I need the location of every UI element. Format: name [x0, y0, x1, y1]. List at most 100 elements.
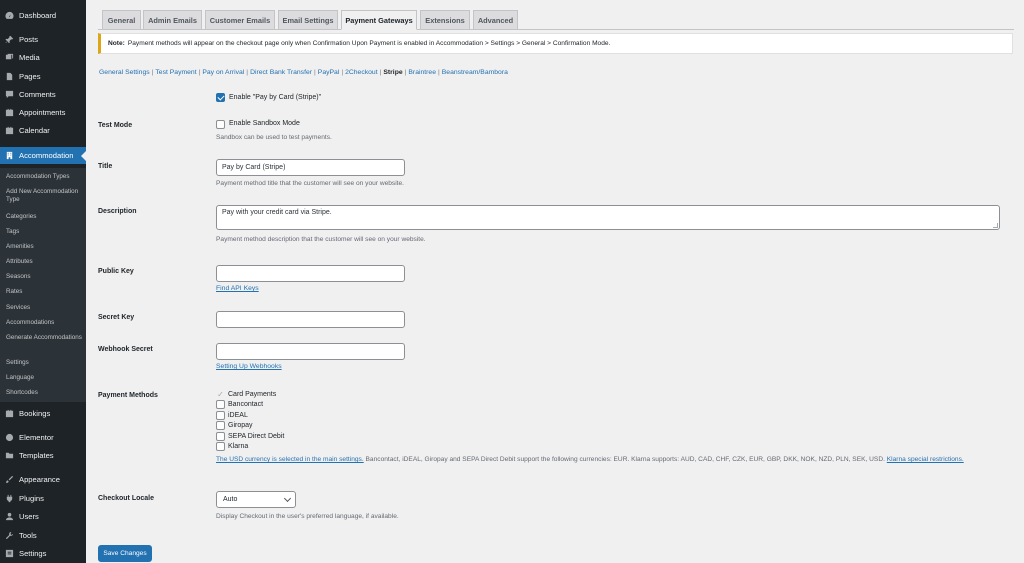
submenu-amenities[interactable]: Amenities — [6, 243, 84, 251]
sidebar-item-dashboard[interactable]: Dashboard — [0, 7, 86, 24]
users-icon — [4, 512, 14, 522]
setting-up-webhooks-link[interactable]: Setting Up Webhooks — [216, 363, 282, 370]
settings-icon — [4, 549, 14, 559]
sepa-checkbox[interactable] — [216, 431, 225, 441]
section-direct-bank-transfer[interactable]: Direct Bank Transfer — [250, 69, 312, 76]
sandbox-mode-checkbox[interactable] — [216, 120, 225, 129]
submenu-seasons[interactable]: Seasons — [6, 273, 84, 281]
tab-advanced[interactable]: Advanced — [473, 10, 518, 30]
secret-key-input[interactable] — [216, 311, 405, 328]
test-mode-description: Sandbox can be used to test payments. — [216, 134, 332, 141]
brush-icon — [4, 475, 14, 485]
accommodation-submenu: Accommodation Types Add New Accommodatio… — [0, 168, 86, 402]
webhook-secret-label: Webhook Secret — [98, 346, 153, 353]
save-changes-button[interactable]: Save Changes — [98, 545, 152, 562]
sidebar-item-comments[interactable]: Comments — [0, 86, 86, 103]
sidebar-item-bookings[interactable]: Bookings — [0, 405, 86, 422]
section-general-settings[interactable]: General Settings — [99, 69, 150, 76]
tab-general[interactable]: General — [102, 10, 141, 30]
submenu-language[interactable]: Language — [6, 374, 84, 382]
section-2checkout[interactable]: 2Checkout — [345, 69, 378, 76]
section-stripe[interactable]: Stripe — [383, 69, 402, 76]
currency-note-text: Bancontact, iDEAL, Giropay and SEPA Dire… — [363, 456, 887, 463]
sidebar-item-elementor[interactable]: Elementor — [0, 429, 86, 446]
payment-methods-label: Payment Methods — [98, 392, 158, 399]
check-icon: ✓ — [217, 389, 224, 399]
sidebar-item-appointments[interactable]: Appointments — [0, 104, 86, 121]
tab-admin-emails[interactable]: Admin Emails — [143, 10, 202, 30]
description-label: Description — [98, 208, 137, 215]
sidebar-item-calendar[interactable]: Calendar — [0, 122, 86, 139]
sidebar-item-pages[interactable]: Pages — [0, 68, 86, 85]
enable-stripe-checkbox[interactable] — [216, 93, 225, 102]
giropay-checkbox[interactable] — [216, 420, 225, 430]
webhook-secret-input[interactable] — [216, 343, 405, 360]
ideal-checkbox[interactable] — [216, 410, 225, 420]
section-paypal[interactable]: PayPal — [318, 69, 340, 76]
checkout-locale-select[interactable]: Auto — [216, 491, 296, 508]
description-textarea[interactable]: Pay with your credit card via Stripe. — [216, 205, 1000, 230]
submenu-generate-accommodations[interactable]: Generate Accommodations — [6, 334, 84, 342]
public-key-label: Public Key — [98, 268, 134, 275]
tab-extensions[interactable]: Extensions — [420, 10, 470, 30]
klarna-restrictions-link[interactable]: Klarna special restrictions. — [887, 456, 964, 463]
payment-method-ideal-label: iDEAL — [228, 411, 248, 419]
tab-email-settings[interactable]: Email Settings — [278, 10, 338, 30]
sidebar-item-users[interactable]: Users — [0, 508, 86, 525]
section-separator: | — [314, 69, 316, 76]
sidebar-item-accommodation[interactable]: Accommodation — [0, 147, 86, 164]
sidebar-item-templates[interactable]: Templates — [0, 447, 86, 464]
sidebar-item-media[interactable]: Media — [0, 49, 86, 66]
public-key-input[interactable] — [216, 265, 405, 282]
media-icon — [4, 53, 14, 63]
section-test-payment[interactable]: Test Payment — [155, 69, 196, 76]
sidebar-item-plugins[interactable]: Plugins — [0, 490, 86, 507]
submenu-rates[interactable]: Rates — [6, 288, 84, 296]
section-separator: | — [151, 69, 154, 76]
section-braintree[interactable]: Braintree — [408, 69, 436, 76]
notice-text: Payment methods will appear on the check… — [127, 40, 611, 47]
payment-method-giropay-label: Giropay — [228, 421, 253, 429]
admin-sidebar: Dashboard Posts Media Pages Comments App… — [0, 0, 86, 563]
section-pay-on-arrival[interactable]: Pay on Arrival — [202, 69, 244, 76]
resize-handle[interactable] — [993, 223, 998, 228]
payment-method-klarna-label: Klarna — [228, 442, 249, 450]
gateway-section-links: General Settings | Test Payment | Pay on… — [99, 69, 508, 76]
folder-icon — [4, 451, 14, 461]
currency-settings-link[interactable]: The USD currency is selected in the main… — [216, 456, 364, 463]
submenu-add-new-accommodation-type[interactable]: Add New Accommodation Type — [6, 188, 84, 204]
submenu-services[interactable]: Services — [6, 304, 84, 312]
currency-note: The USD currency is selected in the main… — [216, 455, 1006, 465]
submenu-shortcodes[interactable]: Shortcodes — [6, 389, 84, 397]
section-separator: | — [246, 69, 249, 76]
payment-method-ideal: iDEAL — [216, 410, 248, 420]
submenu-categories[interactable]: Categories — [6, 213, 84, 221]
section-beanstream-bambora[interactable]: Beanstream/Bambora — [442, 69, 508, 76]
submenu-settings[interactable]: Settings — [6, 359, 84, 367]
submenu-accommodations[interactable]: Accommodations — [6, 319, 84, 327]
submenu-accommodation-types[interactable]: Accommodation Types — [6, 173, 84, 181]
find-api-keys-link[interactable]: Find API Keys — [216, 285, 259, 292]
wrench-icon — [4, 531, 14, 541]
secret-key-label: Secret Key — [98, 314, 135, 321]
klarna-checkbox[interactable] — [216, 441, 225, 451]
payment-method-card: ✓ Card Payments — [216, 389, 276, 399]
title-input[interactable]: Pay by Card (Stripe) — [216, 159, 405, 176]
sidebar-item-posts[interactable]: Posts — [0, 31, 86, 48]
sidebar-item-appearance[interactable]: Appearance — [0, 471, 86, 488]
submenu-tags[interactable]: Tags — [6, 228, 84, 236]
tab-customer-emails[interactable]: Customer Emails — [205, 10, 275, 30]
bancontact-checkbox[interactable] — [216, 399, 225, 409]
section-separator: | — [341, 69, 344, 76]
submenu-attributes[interactable]: Attributes — [6, 258, 84, 266]
enable-stripe-label: Enable "Pay by Card (Stripe)" — [229, 94, 322, 101]
payment-notice: Note: Payment methods will appear on the… — [98, 33, 1013, 54]
tab-payment-gateways[interactable]: Payment Gateways — [341, 10, 417, 30]
payment-method-klarna: Klarna — [216, 441, 248, 451]
payment-method-bancontact-label: Bancontact — [228, 400, 264, 408]
section-separator: | — [379, 69, 382, 76]
sidebar-item-settings[interactable]: Settings — [0, 545, 86, 562]
building-icon — [4, 151, 14, 161]
plugin-icon — [4, 494, 14, 504]
sidebar-item-tools[interactable]: Tools — [0, 527, 86, 544]
